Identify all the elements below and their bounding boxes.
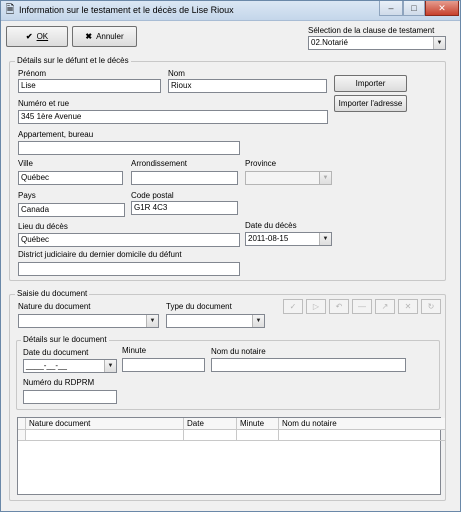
- deceased-group-title: Détails sur le défunt et le décès: [15, 56, 131, 65]
- cancel-label: Annuler: [96, 32, 124, 41]
- chevron-down-icon: ▼: [104, 360, 116, 372]
- minute-field[interactable]: [122, 358, 205, 372]
- minimize-button[interactable]: –: [379, 1, 403, 16]
- clause-value: 02.Notarié: [311, 38, 348, 47]
- delete-icon[interactable]: ✕: [398, 299, 418, 314]
- first-name-label: Prénom: [18, 69, 47, 78]
- doc-date-label: Date du document: [23, 348, 89, 357]
- grid-cell-minute[interactable]: [237, 430, 279, 441]
- province-label: Province: [245, 159, 277, 168]
- chevron-down-icon: ▼: [252, 315, 264, 327]
- grid-row-selector[interactable]: [18, 430, 26, 441]
- doc-date-picker[interactable]: ____-__-__ ▼: [23, 359, 117, 373]
- maximize-button[interactable]: □: [403, 1, 425, 16]
- apartment-field[interactable]: [18, 141, 240, 155]
- district-field[interactable]: [18, 262, 240, 276]
- undo-icon[interactable]: ↶: [329, 299, 349, 314]
- death-date-picker[interactable]: 2011-08-15 ▼: [245, 232, 332, 246]
- document-details-title: Détails sur le document: [21, 335, 109, 344]
- death-place-field[interactable]: Québec: [18, 233, 240, 247]
- validate-icon[interactable]: ✓: [283, 299, 303, 314]
- grid-header-notary[interactable]: Nom du notaire: [279, 418, 445, 430]
- first-name-field[interactable]: Lise: [18, 79, 161, 93]
- ok-button[interactable]: ✔ OK: [6, 26, 68, 47]
- apartment-label: Appartement, bureau: [18, 130, 94, 139]
- borough-label: Arrondissement: [131, 159, 188, 168]
- rdprm-field[interactable]: [23, 390, 117, 404]
- doc-date-value: ____-__-__: [26, 361, 67, 370]
- play-icon[interactable]: ▷: [306, 299, 326, 314]
- document-group-title: Saisie du document: [15, 289, 90, 298]
- cancel-button[interactable]: ✖ Annuler: [72, 26, 137, 47]
- window-title: Information sur le testament et le décès…: [19, 5, 234, 15]
- death-date-label: Date du décès: [245, 221, 297, 230]
- rdprm-label: Numéro du RDPRM: [23, 378, 95, 387]
- province-select[interactable]: ▼: [245, 171, 332, 185]
- chevron-down-icon: ▼: [146, 315, 158, 327]
- nature-label: Nature du document: [18, 302, 91, 311]
- chevron-down-icon: ▼: [319, 172, 331, 184]
- notary-field[interactable]: [211, 358, 406, 372]
- check-icon: ✔: [25, 32, 33, 41]
- type-select[interactable]: ▼: [166, 314, 265, 328]
- last-name-field[interactable]: Rioux: [168, 79, 327, 93]
- edit-icon[interactable]: ↗: [375, 299, 395, 314]
- title-bar[interactable]: 🗎 Information sur le testament et le déc…: [1, 1, 460, 21]
- street-field[interactable]: 345 1ère Avenue: [18, 110, 328, 124]
- postal-label: Code postal: [131, 191, 174, 200]
- clause-label: Sélection de la clause de testament: [308, 26, 435, 35]
- grid-cell-nature[interactable]: [26, 430, 184, 441]
- close-button[interactable]: ✕: [425, 1, 459, 16]
- grid-header-nature[interactable]: Nature document: [26, 418, 184, 430]
- cancel-x-icon: ✖: [85, 32, 93, 41]
- main-window: 🗎 Information sur le testament et le déc…: [0, 0, 461, 512]
- type-label: Type du document: [166, 302, 232, 311]
- document-icon: 🗎: [5, 4, 15, 16]
- grid-header-date[interactable]: Date: [184, 418, 237, 430]
- city-field[interactable]: Québec: [18, 171, 123, 185]
- last-name-label: Nom: [168, 69, 185, 78]
- grid-header-minute[interactable]: Minute: [237, 418, 279, 430]
- grid-cell-date[interactable]: [184, 430, 237, 441]
- import-address-button[interactable]: Importer l'adresse: [334, 95, 407, 112]
- death-place-label: Lieu du décès: [18, 222, 68, 231]
- nature-select[interactable]: ▼: [18, 314, 159, 328]
- dash-icon[interactable]: —: [352, 299, 372, 314]
- grid-cell-notary[interactable]: [279, 430, 445, 441]
- city-label: Ville: [18, 159, 33, 168]
- death-date-value: 2011-08-15: [248, 234, 289, 243]
- district-label: District judiciaire du dernier domicile …: [18, 250, 182, 259]
- notary-label: Nom du notaire: [211, 347, 266, 356]
- chevron-down-icon: ▼: [433, 37, 445, 49]
- documents-grid[interactable]: Nature document Date Minute Nom du notai…: [17, 417, 445, 495]
- chevron-down-icon: ▼: [319, 233, 331, 245]
- ok-label: OK: [36, 32, 49, 41]
- minute-label: Minute: [122, 346, 147, 355]
- import-button[interactable]: Importer: [334, 75, 407, 92]
- borough-field[interactable]: [131, 171, 238, 185]
- country-field[interactable]: Canada: [18, 203, 125, 217]
- refresh-icon[interactable]: ↻: [421, 299, 441, 314]
- street-label: Numéro et rue: [18, 99, 70, 108]
- clause-select[interactable]: 02.Notarié ▼: [308, 36, 446, 50]
- country-label: Pays: [18, 191, 36, 200]
- grid-corner: [18, 418, 26, 430]
- postal-field[interactable]: G1R 4C3: [131, 201, 238, 215]
